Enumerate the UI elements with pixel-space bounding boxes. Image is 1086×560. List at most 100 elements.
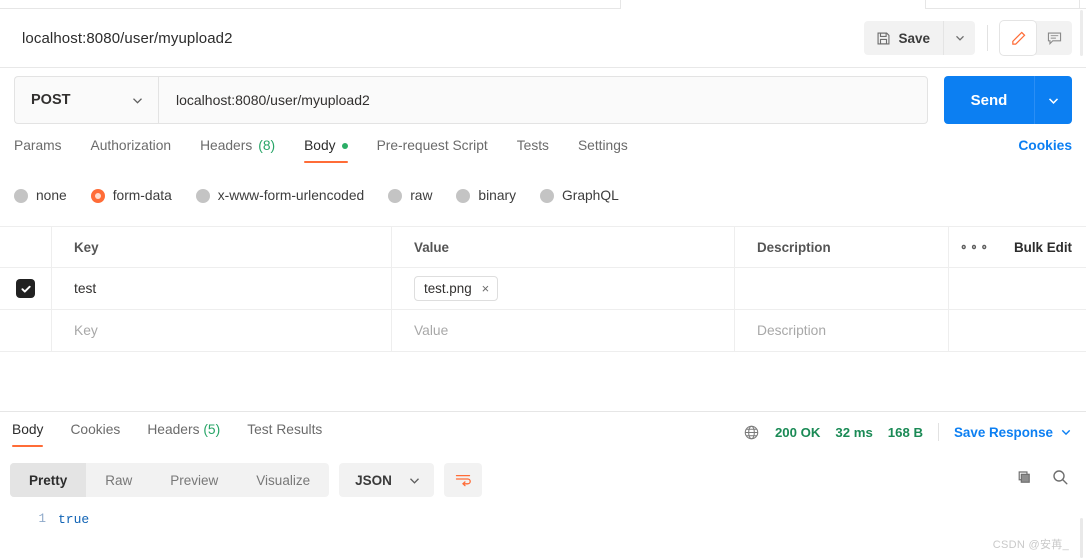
edit-description-button[interactable] [1000, 21, 1036, 55]
empty-row-bulk-cell [1000, 310, 1086, 351]
header-value-label: Value [414, 239, 449, 255]
body-type-graphql[interactable]: GraphQL [540, 188, 619, 203]
radio-icon [540, 188, 554, 203]
new-key-input[interactable]: Key [52, 310, 392, 351]
table-options-cell: ⚬⚬⚬ [948, 227, 1000, 267]
response-language-select[interactable]: JSON [339, 463, 434, 497]
close-icon[interactable]: × [482, 282, 490, 295]
send-button[interactable]: Send [944, 76, 1034, 124]
tab-params[interactable]: Params [14, 138, 62, 163]
body-type-none[interactable]: none [14, 188, 67, 203]
new-description-placeholder: Description [757, 323, 827, 338]
response-pane-divider[interactable] [0, 411, 1086, 412]
body-modified-dot-icon [341, 142, 348, 149]
request-title-bar: localhost:8080/user/myupload2 Save [0, 9, 1086, 68]
response-tab-cookies-label: Cookies [70, 422, 121, 437]
view-mode-raw[interactable]: Raw [86, 463, 151, 497]
chevron-down-icon [954, 32, 966, 44]
header-description-cell: Description [735, 227, 948, 267]
tab-params-label: Params [14, 138, 62, 153]
active-request-tab[interactable] [620, 0, 926, 9]
floppy-disk-icon [876, 31, 891, 46]
new-description-input[interactable]: Description [735, 310, 948, 351]
wrap-lines-button[interactable] [443, 463, 482, 497]
postman-window: localhost:8080/user/myupload2 Save POST … [0, 0, 1086, 560]
body-type-binary[interactable]: binary [456, 188, 516, 203]
tab-settings[interactable]: Settings [578, 138, 628, 163]
new-value-input[interactable]: Value [392, 310, 735, 351]
response-view-mode-group: Pretty Raw Preview Visualize [10, 463, 330, 497]
response-tab-headers[interactable]: Headers (5) [147, 422, 220, 447]
scrollbar-thumb-bottom[interactable] [1080, 518, 1083, 558]
response-tab-cookies[interactable]: Cookies [70, 422, 120, 447]
request-section-tabs: Params Authorization Headers (8) Body Pr… [0, 138, 1086, 174]
search-icon[interactable] [1051, 468, 1069, 486]
file-chip-name: test.png [424, 281, 472, 296]
scrollbar-thumb-top[interactable] [1080, 10, 1083, 56]
cookies-link[interactable]: Cookies [1018, 138, 1072, 153]
file-chip[interactable]: test.png × [414, 276, 499, 301]
empty-row-options-cell [948, 310, 1000, 351]
tab-divider [1079, 0, 1080, 9]
response-body-code[interactable]: 1 true [0, 508, 1086, 560]
tab-body-label: Body [304, 138, 336, 153]
body-type-binary-label: binary [478, 188, 516, 203]
send-options-button[interactable] [1034, 76, 1072, 124]
save-button[interactable]: Save [864, 21, 943, 55]
tab-tests[interactable]: Tests [517, 138, 549, 163]
radio-selected-icon [90, 188, 105, 203]
row-enabled-checkbox[interactable] [16, 279, 35, 298]
save-options-button[interactable] [943, 21, 975, 55]
new-value-placeholder: Value [414, 323, 449, 338]
http-method-label: POST [31, 92, 71, 108]
row-value-cell[interactable]: test.png × [392, 268, 735, 309]
http-method-select[interactable]: POST [14, 76, 158, 124]
copy-icon[interactable] [1016, 469, 1033, 486]
url-input[interactable]: localhost:8080/user/myupload2 [158, 76, 928, 124]
body-type-urlencoded[interactable]: x-www-form-urlencoded [195, 188, 365, 203]
form-data-table: Key Value Description ⚬⚬⚬ Bulk Edit test… [0, 226, 1086, 352]
tab-headers[interactable]: Headers (8) [200, 138, 275, 163]
view-mode-visualize[interactable]: Visualize [237, 463, 329, 497]
body-type-none-label: none [36, 188, 67, 203]
watermark: CSDN @安苒_ [992, 539, 1069, 551]
radio-icon [195, 188, 210, 203]
new-key-placeholder: Key [74, 323, 98, 338]
comments-button[interactable] [1036, 21, 1072, 55]
tab-headers-label: Headers [200, 138, 253, 153]
save-button-label: Save [898, 30, 930, 46]
request-tab-strip [0, 0, 1086, 9]
response-tabs: Body Cookies Headers (5) Test Results [12, 422, 349, 447]
tab-body[interactable]: Body [304, 138, 349, 163]
body-type-urlencoded-label: x-www-form-urlencoded [217, 188, 365, 203]
tab-pre-request-script-label: Pre-request Script [376, 138, 488, 153]
body-type-graphql-label: GraphQL [562, 188, 619, 203]
comment-icon [1046, 30, 1063, 47]
body-type-form-data[interactable]: form-data [90, 188, 172, 203]
view-mode-preview[interactable]: Preview [151, 463, 237, 497]
bulk-edit-button[interactable]: Bulk Edit [1014, 240, 1072, 255]
tab-tests-label: Tests [516, 138, 549, 153]
radio-icon [456, 188, 471, 203]
body-type-radio-group: none form-data x-www-form-urlencoded raw… [14, 188, 643, 203]
save-response-button[interactable]: Save Response [954, 425, 1072, 440]
tab-headers-count: (8) [258, 138, 276, 153]
bulk-edit-cell: Bulk Edit [1000, 227, 1086, 267]
title-bar-actions: Save [864, 21, 1072, 55]
body-type-form-data-label: form-data [112, 188, 172, 203]
tab-pre-request-script[interactable]: Pre-request Script [377, 138, 488, 163]
pencil-icon [1010, 30, 1027, 47]
response-status: 200 OK [774, 424, 821, 440]
body-type-raw[interactable]: raw [388, 188, 432, 203]
row-key-cell[interactable]: test [52, 268, 392, 309]
response-view-toolbar: Pretty Raw Preview Visualize JSON [10, 463, 482, 497]
response-tab-headers-count: (5) [203, 422, 221, 437]
header-key-cell: Key [52, 227, 392, 267]
response-tab-body[interactable]: Body [12, 422, 44, 447]
view-mode-pretty[interactable]: Pretty [10, 463, 87, 497]
response-tab-test-results[interactable]: Test Results [247, 422, 322, 447]
ellipsis-icon[interactable]: ⚬⚬⚬ [959, 241, 990, 254]
response-language-label: JSON [355, 472, 392, 488]
tab-authorization[interactable]: Authorization [91, 138, 172, 163]
row-description-cell[interactable] [735, 268, 948, 309]
